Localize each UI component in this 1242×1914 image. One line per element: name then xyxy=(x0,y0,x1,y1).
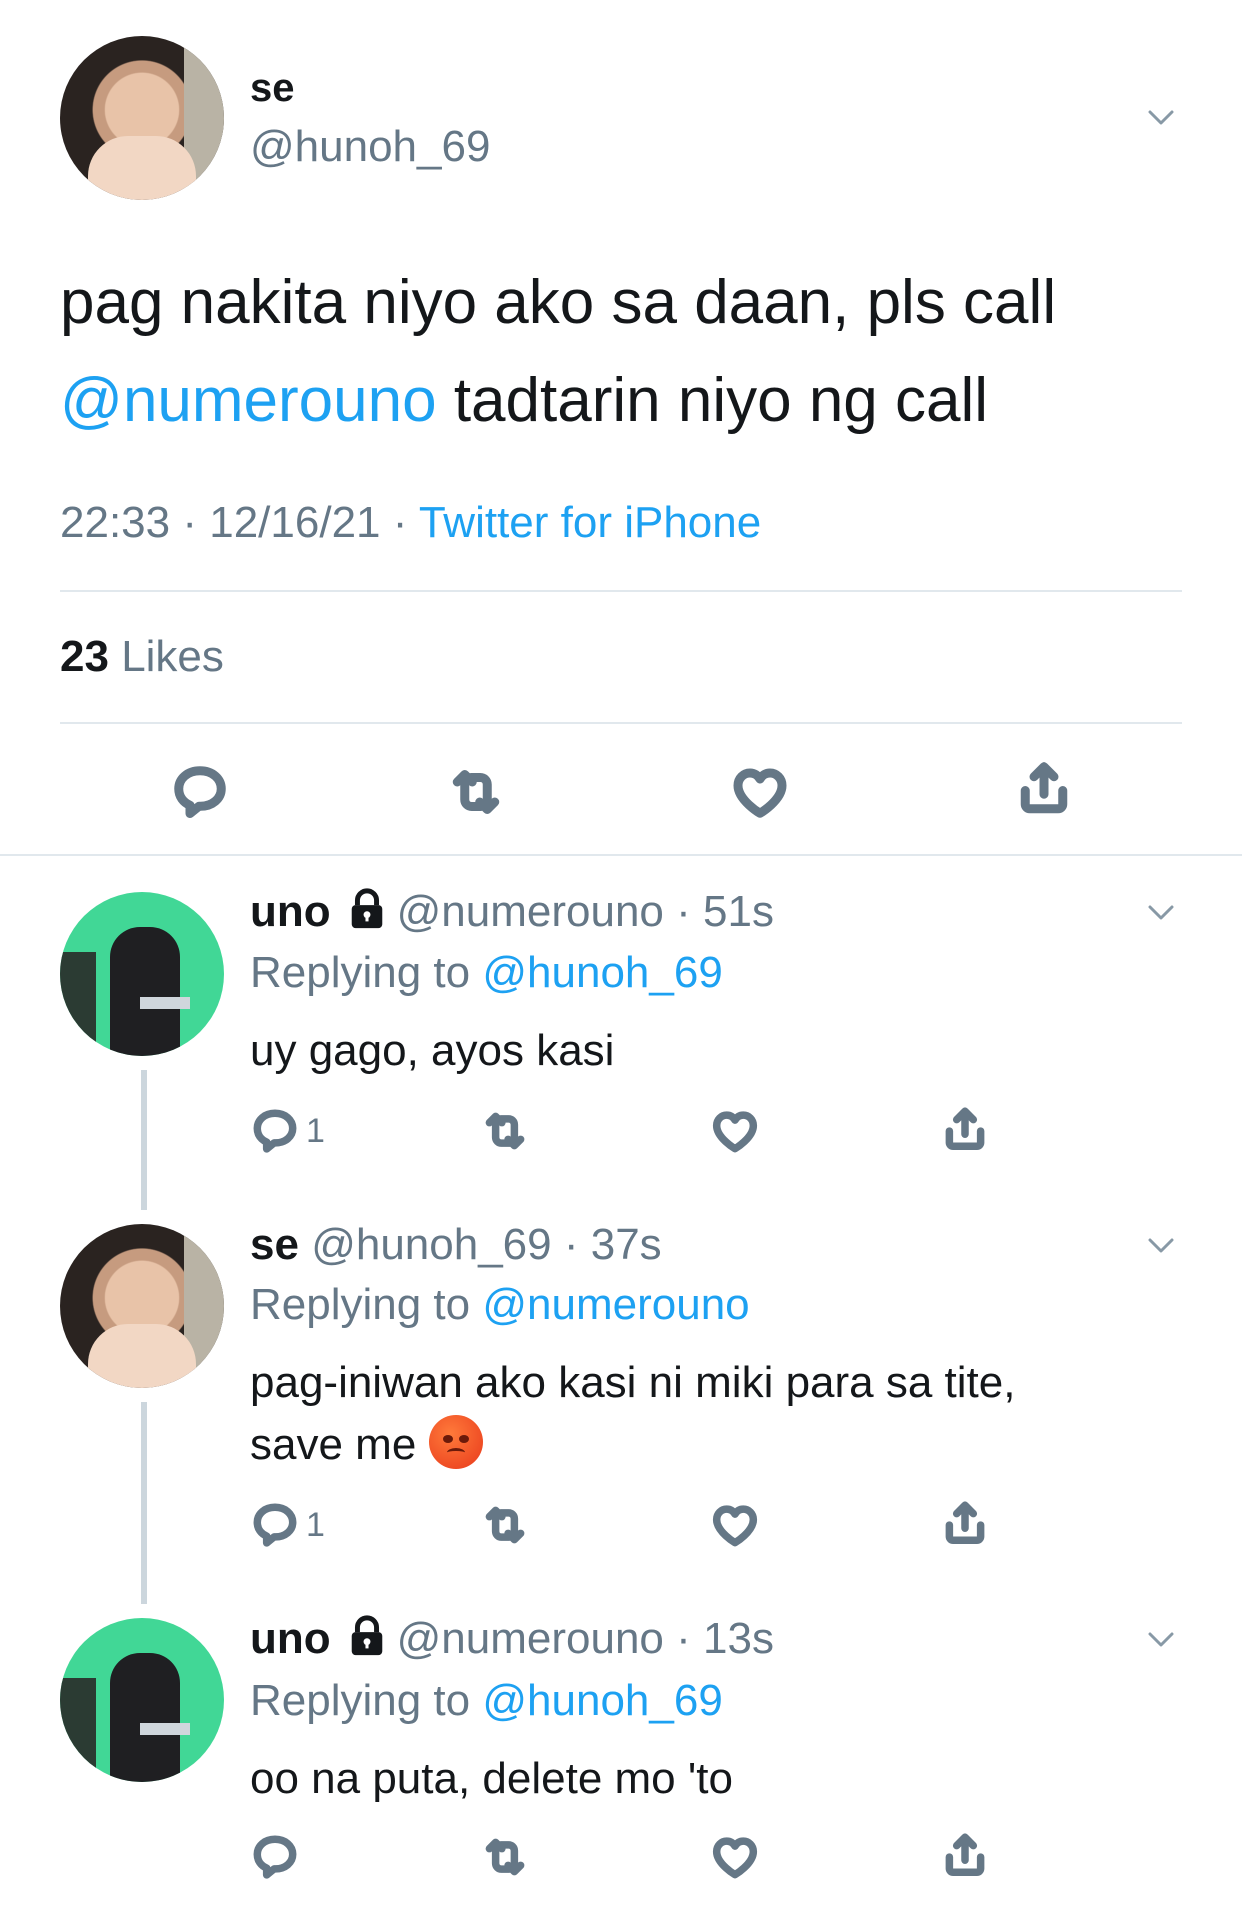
share-icon xyxy=(940,1104,990,1154)
chevron-down-icon[interactable] xyxy=(1148,110,1174,126)
retweet-button[interactable] xyxy=(480,1500,530,1555)
share-button[interactable] xyxy=(940,1498,990,1553)
reply-time: 37s xyxy=(590,1220,662,1269)
tweet-meta: 22:33 · 12/16/21 · Twitter for iPhone xyxy=(60,498,761,548)
reply-text-line2: save me xyxy=(250,1420,417,1469)
share-icon xyxy=(940,1830,990,1880)
reply-separator: · xyxy=(551,1220,591,1269)
reply-icon xyxy=(250,1106,300,1156)
share-icon xyxy=(940,1498,990,1548)
meta-separator: · xyxy=(182,498,197,547)
reply-author-handle[interactable]: @numerouno xyxy=(397,1614,664,1663)
chevron-down-icon[interactable] xyxy=(1148,1632,1174,1648)
tweet-source-link[interactable]: Twitter for iPhone xyxy=(419,498,761,547)
like-button[interactable] xyxy=(730,762,790,827)
like-icon xyxy=(710,1500,760,1550)
reply-icon xyxy=(250,1832,300,1882)
reply-text-line1: pag-iniwan ako kasi ni miki para sa tite… xyxy=(250,1358,1016,1407)
mention-link[interactable]: @numerouno xyxy=(60,366,437,435)
divider xyxy=(60,722,1182,724)
replying-prefix: Replying to xyxy=(250,948,471,997)
share-button[interactable] xyxy=(940,1830,990,1885)
reply-text: pag-iniwan ako kasi ni miki para sa tite… xyxy=(250,1352,1150,1476)
likes-label: Likes xyxy=(121,632,224,681)
like-icon xyxy=(730,762,790,822)
reply-avatar[interactable] xyxy=(60,892,224,1056)
reply-count: 1 xyxy=(306,1111,325,1150)
reply-avatar[interactable] xyxy=(60,1224,224,1388)
share-icon xyxy=(1014,758,1074,818)
divider xyxy=(0,854,1242,856)
reply-button[interactable] xyxy=(170,762,230,827)
reply-header: uno @numerouno · 51s xyxy=(250,887,774,937)
thread-line xyxy=(141,1402,147,1604)
tweet-text-part1: pag nakita niyo ako sa daan, pls call xyxy=(60,268,1057,337)
like-icon xyxy=(710,1832,760,1882)
reply-author-handle[interactable]: @numerouno xyxy=(397,887,664,936)
retweet-icon xyxy=(446,762,506,822)
tweet-text: pag nakita niyo ako sa daan, pls call @nu… xyxy=(60,254,1180,450)
replying-to: Replying to @hunoh_69 xyxy=(250,948,723,998)
author-handle[interactable]: @hunoh_69 xyxy=(250,122,490,172)
replying-to: Replying to @hunoh_69 xyxy=(250,1676,723,1726)
meta-separator: · xyxy=(392,498,408,547)
angry-face-icon xyxy=(428,1415,483,1469)
lock-icon xyxy=(351,888,382,929)
retweet-icon xyxy=(480,1832,530,1882)
chevron-down-icon[interactable] xyxy=(1148,1238,1174,1254)
reply-time: 51s xyxy=(703,887,774,936)
reply-separator: · xyxy=(663,1614,704,1663)
reply-button[interactable] xyxy=(250,1832,300,1887)
likes-stat[interactable]: 23 Likes xyxy=(60,632,224,682)
reply-text: uy gago, ayos kasi xyxy=(250,1026,615,1075)
reply-author-name[interactable]: uno xyxy=(250,887,331,936)
reply-author-name[interactable]: uno xyxy=(250,1614,331,1663)
reply-author-handle[interactable]: @hunoh_69 xyxy=(311,1220,551,1269)
reply-icon xyxy=(250,1500,300,1550)
retweet-button[interactable] xyxy=(480,1106,530,1161)
retweet-button[interactable] xyxy=(446,762,506,827)
reply-text: oo na puta, delete mo 'to xyxy=(250,1754,733,1803)
share-button[interactable] xyxy=(940,1104,990,1159)
reply-icon xyxy=(170,762,230,822)
share-button[interactable] xyxy=(1014,758,1074,823)
author-name[interactable]: se xyxy=(250,66,295,111)
retweet-icon xyxy=(480,1106,530,1156)
reply-time: 13s xyxy=(703,1614,774,1663)
replying-to-link[interactable]: @hunoh_69 xyxy=(482,948,722,997)
lock-icon xyxy=(351,1615,382,1656)
tweet-date: 12/16/21 xyxy=(209,498,381,547)
reply-header: se @hunoh_69 · 37s xyxy=(250,1220,662,1270)
like-button[interactable] xyxy=(710,1832,760,1887)
like-icon xyxy=(710,1106,760,1156)
reply-author-name[interactable]: se xyxy=(250,1220,299,1269)
retweet-button[interactable] xyxy=(480,1832,530,1887)
retweet-icon xyxy=(480,1500,530,1550)
reply-button[interactable]: 1 xyxy=(250,1500,325,1550)
chevron-down-icon[interactable] xyxy=(1148,905,1174,921)
reply-button[interactable]: 1 xyxy=(250,1106,325,1156)
replying-to: Replying to @numerouno xyxy=(250,1280,750,1330)
tweet-text-part2: tadtarin niyo ng call xyxy=(436,366,989,435)
tweet-time: 22:33 xyxy=(60,498,171,547)
replying-to-link[interactable]: @hunoh_69 xyxy=(482,1676,722,1725)
replying-to-link[interactable]: @numerouno xyxy=(482,1280,749,1329)
likes-count: 23 xyxy=(60,632,109,681)
reply-separator: · xyxy=(663,887,704,936)
author-avatar[interactable] xyxy=(60,36,224,200)
reply-avatar[interactable] xyxy=(60,1618,224,1782)
divider xyxy=(60,590,1182,592)
reply-count: 1 xyxy=(306,1505,325,1544)
like-button[interactable] xyxy=(710,1500,760,1555)
replying-prefix: Replying to xyxy=(250,1280,471,1329)
reply-header: uno @numerouno · 13s xyxy=(250,1614,774,1664)
like-button[interactable] xyxy=(710,1106,760,1161)
thread-line xyxy=(141,1070,147,1210)
replying-prefix: Replying to xyxy=(250,1676,471,1725)
